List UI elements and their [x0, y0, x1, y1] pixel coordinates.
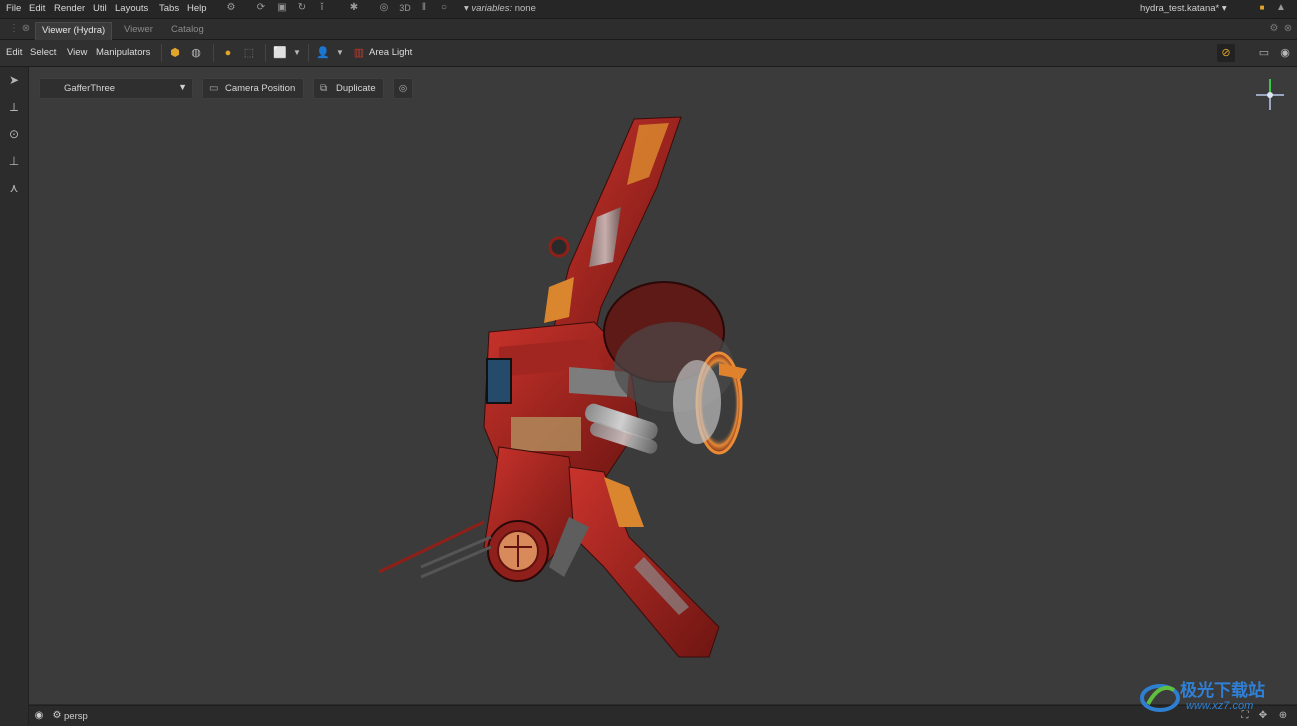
toolbar-divider [161, 44, 162, 62]
close-tab-icon[interactable]: ⊗ [20, 23, 32, 35]
manipulator-toolbar: ➤ ⟂ ⊙ ⊥ ⋏ [0, 67, 29, 725]
watermark: 极光下载站 www.xz7.com [1140, 674, 1290, 720]
thermometer-icon[interactable]: ǐ [316, 2, 328, 14]
pane-close-icon[interactable]: ⊗ [1282, 23, 1294, 35]
chevron-down-icon[interactable]: ▼ [288, 44, 306, 62]
duplicate-button[interactable]: ⧉ Duplicate [313, 78, 384, 99]
viewer-menu-manipulators[interactable]: Manipulators [96, 47, 150, 58]
watermark-logo-icon [1140, 684, 1180, 712]
camera-icon: ▭ [209, 83, 219, 94]
warning-icon[interactable]: ▲ [1275, 2, 1287, 14]
tab-viewer-hydra[interactable]: Viewer (Hydra) [35, 22, 113, 40]
stop-icon[interactable]: ○ [438, 2, 450, 14]
menu-util[interactable]: Util [93, 3, 107, 14]
render-icon[interactable]: ↻ [296, 2, 308, 14]
menu-tabs[interactable]: Tabs [159, 3, 179, 14]
toolbar-divider [213, 44, 214, 62]
mode-3d-toggle[interactable]: 3D [396, 2, 414, 14]
select-arrow-icon[interactable]: ➤ [6, 72, 22, 88]
settings-icon[interactable]: ⚙ [225, 2, 237, 14]
refresh-icon[interactable]: ⟳ [255, 2, 267, 14]
variables-dropdown[interactable]: ▾ variables: none [464, 3, 536, 14]
status-square-icon: ■ [1259, 3, 1265, 12]
menu-layouts[interactable]: Layouts [115, 3, 148, 14]
viewport[interactable] [29, 67, 1297, 704]
camera-name[interactable]: persp [64, 711, 88, 722]
pane-settings-icon[interactable]: ⚙ [1268, 23, 1280, 35]
eye-icon[interactable]: ◉ [33, 710, 45, 722]
project-dropdown[interactable]: hydra_test.katana* ▾ [1140, 3, 1227, 14]
globe-icon[interactable]: ◍ [187, 44, 205, 62]
camera-position-label: Camera Position [225, 83, 296, 94]
menu-help[interactable]: Help [187, 3, 207, 14]
target-icon[interactable]: ◎ [378, 2, 390, 14]
tab-catalog[interactable]: Catalog [165, 22, 210, 39]
lock-icon[interactable]: ▣ [276, 2, 288, 14]
toolbar-divider [308, 44, 309, 62]
look-through-icon: ◎ [398, 83, 408, 94]
project-name: hydra_test.katana* [1140, 3, 1220, 14]
viewer-menu-select[interactable]: Select [30, 47, 56, 58]
shaded-sphere-icon[interactable]: ● [219, 44, 237, 62]
chevron-down-icon: ▼ [178, 82, 187, 92]
light-person-icon[interactable]: 👤 [314, 44, 332, 62]
bug-icon[interactable]: ✱ [348, 2, 360, 14]
translate-icon[interactable]: ⟂ [6, 99, 22, 115]
viewer-toolbar: Edit Select View Manipulators ⬢ ◍ ● ⬚ ⬜ … [0, 40, 1297, 67]
status-bar: ◉ ⚙ ⛶ ✥ ⊕ [29, 705, 1297, 726]
view-gizmo-icon[interactable] [1253, 77, 1287, 113]
duplicate-label: Duplicate [336, 83, 376, 94]
tab-bar: ⋮ ⊗ Viewer (Hydra) Viewer Catalog ⚙ ⊗ [0, 19, 1297, 40]
area-light-icon: ▥ [353, 47, 365, 59]
wireframe-icon[interactable]: ⬚ [240, 44, 258, 62]
chevron-down-icon: ▾ [1221, 3, 1227, 14]
rotate-icon[interactable]: ⊙ [6, 126, 22, 142]
scale-icon[interactable]: ⊥ [6, 153, 22, 169]
watermark-url: www.xz7.com [1186, 700, 1254, 712]
light-manipulator-icon[interactable]: ⋏ [6, 180, 22, 196]
gaffer-node-value: GafferThree [64, 83, 116, 94]
pause-icon[interactable]: ‖ [418, 2, 430, 14]
menu-edit[interactable]: Edit [29, 3, 45, 14]
pane-handle-icon[interactable]: ⋮ [8, 23, 20, 35]
camera-position-button[interactable]: ▭ Camera Position [202, 78, 304, 99]
hide-icon[interactable]: ⊘ [1217, 44, 1235, 62]
tab-viewer[interactable]: Viewer [118, 22, 159, 39]
eye-icon[interactable]: ◉ [1276, 44, 1294, 62]
frame-icon[interactable]: ⬜ [271, 44, 289, 62]
viewer-menu-view[interactable]: View [67, 47, 87, 58]
variables-value: none [514, 3, 536, 14]
monitor-icon[interactable]: ▭ [1255, 44, 1273, 62]
variables-label: variables: [471, 3, 513, 14]
viewer-menu-edit[interactable]: Edit [6, 47, 22, 58]
camera-gear-icon[interactable]: ⚙ [51, 710, 63, 722]
menu-render[interactable]: Render [54, 3, 85, 14]
toolbar-divider [265, 44, 266, 62]
cube-icon[interactable]: ⬢ [166, 44, 184, 62]
chevron-down-icon[interactable]: ▼ [331, 44, 349, 62]
duplicate-icon: ⧉ [320, 83, 328, 94]
spaceship-model [378, 116, 747, 658]
watermark-name: 极光下载站 [1180, 681, 1265, 701]
gaffer-node-select[interactable]: GafferThree ▼ [39, 78, 193, 99]
menubar: File Edit Render Util Layouts Tabs Help … [0, 0, 1297, 19]
look-through-button[interactable]: ◎ [393, 78, 413, 99]
light-type-label[interactable]: Area Light [369, 47, 412, 58]
menu-file[interactable]: File [6, 3, 21, 14]
